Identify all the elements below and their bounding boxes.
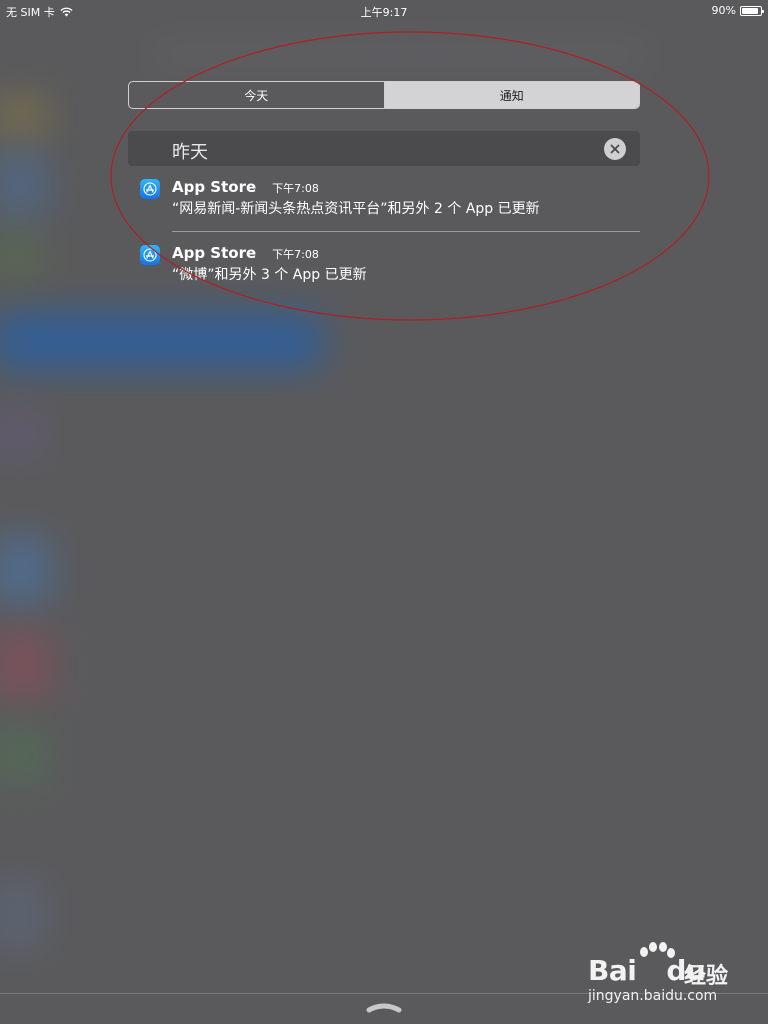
blurred-app-icon [0, 95, 50, 140]
blurred-app-icon [0, 230, 45, 280]
watermark: Bai du 经验 jingyan.baidu.com [588, 942, 758, 1012]
status-bar: 无 SIM 卡 上午9:17 90% [0, 0, 768, 20]
chevron-up-icon[interactable] [366, 1000, 402, 1014]
blurred-app-icon [0, 725, 48, 785]
battery-icon [740, 5, 764, 16]
blurred-app-icon [0, 630, 52, 700]
watermark-product: 经验 [684, 964, 729, 989]
battery-level [742, 7, 759, 14]
blurred-app-icon [0, 150, 50, 220]
status-right: 90% [711, 4, 764, 17]
battery-percent: 90% [711, 4, 736, 17]
blurred-app-icon [0, 410, 45, 460]
status-time: 上午9:17 [360, 6, 408, 19]
annotation-ellipse [110, 31, 710, 321]
blurred-app-icon [0, 880, 45, 950]
blurred-app-icon [0, 535, 52, 605]
watermark-logo-text: Bai [588, 954, 637, 987]
watermark-url: jingyan.baidu.com [588, 988, 718, 1004]
